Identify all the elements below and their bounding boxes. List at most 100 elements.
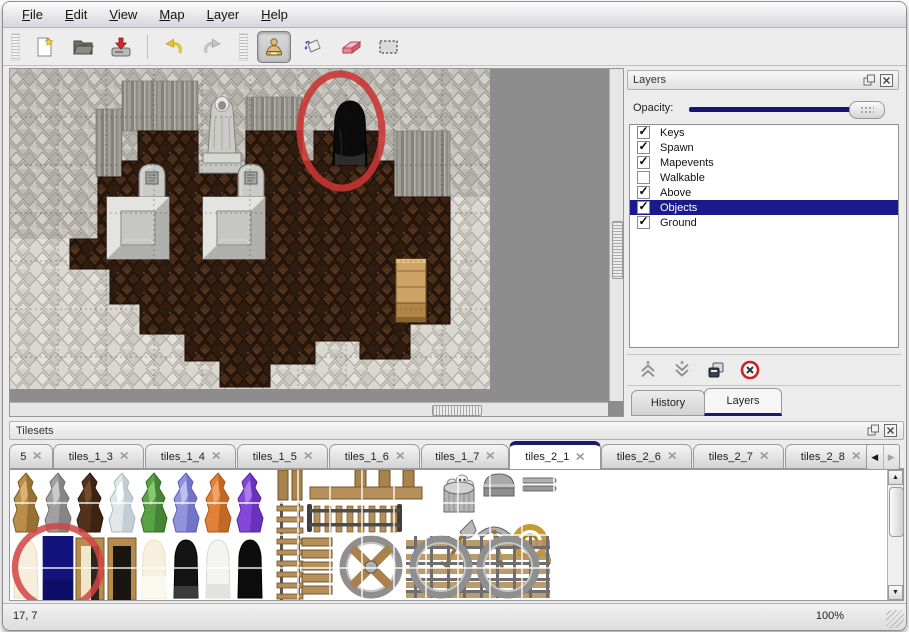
close-tab-icon[interactable]: ✕: [119, 450, 129, 462]
dock-tab-layers[interactable]: Layers: [704, 388, 782, 416]
tab-label: tiles_1_5: [253, 451, 297, 463]
close-tab-icon[interactable]: ✕: [575, 451, 585, 463]
cliff-face: [122, 81, 198, 131]
map-horizontal-scroll-thumb[interactable]: [432, 405, 482, 416]
close-panel-icon[interactable]: [880, 74, 893, 87]
map-horizontal-scrollbar[interactable]: [10, 402, 608, 416]
close-tab-icon[interactable]: ✕: [395, 450, 405, 462]
open-map-button[interactable]: [67, 32, 99, 62]
delete-layer-button[interactable]: [737, 358, 763, 382]
close-tab-icon[interactable]: ✕: [667, 450, 677, 462]
tab-label: tiles_1_6: [345, 451, 389, 463]
map-vertical-scrollbar[interactable]: [609, 69, 623, 401]
eraser-tool-button[interactable]: [335, 32, 367, 62]
menu-file[interactable]: File: [11, 3, 54, 26]
paint-bucket-icon: [301, 35, 325, 59]
tileset-vertical-scrollbar[interactable]: ▲ ▼: [887, 470, 903, 600]
layer-visibility-checkbox[interactable]: ✓: [637, 141, 650, 154]
save-map-button[interactable]: [105, 32, 137, 62]
tileset-tab-tiles_1_7[interactable]: tiles_1_7 ✕: [421, 444, 509, 468]
scroll-up-button[interactable]: ▲: [888, 470, 903, 485]
menu-help[interactable]: Help: [250, 3, 299, 26]
layer-visibility-checkbox[interactable]: ✓: [637, 216, 650, 229]
close-tab-icon[interactable]: ✕: [32, 450, 42, 462]
new-document-icon: [33, 35, 57, 59]
stamp-tool-button[interactable]: [257, 31, 291, 63]
layer-visibility-checkbox[interactable]: ✓: [637, 126, 650, 139]
stone-pot-tile: [484, 474, 514, 496]
tab-label: tiles_1_4: [161, 451, 205, 463]
layer-row-keys[interactable]: ✓ Keys: [630, 125, 898, 140]
move-layer-up-button[interactable]: [635, 358, 661, 382]
layer-row-objects-selected[interactable]: ✓ Objects: [630, 200, 898, 215]
scroll-tabs-right-button[interactable]: ▶: [884, 445, 900, 469]
stamp-person-icon: [262, 35, 286, 59]
scroll-down-button[interactable]: ▼: [888, 585, 903, 600]
layer-list[interactable]: ✓ Keys ✓ Spawn ✓ Mapevents Walkable ✓ Ab…: [629, 124, 899, 348]
menu-edit[interactable]: Edit: [54, 3, 98, 26]
tileset-tab-5[interactable]: 5 ✕: [9, 444, 53, 468]
layer-visibility-checkbox[interactable]: ✓: [637, 186, 650, 199]
opacity-slider-handle[interactable]: [849, 101, 885, 119]
tileset-tab-tiles_2_8[interactable]: tiles_2_8 ✕: [785, 444, 876, 468]
map-vertical-scroll-thumb[interactable]: [612, 221, 623, 279]
status-bar: 17, 7 100%: [3, 603, 906, 630]
undo-button[interactable]: [158, 32, 190, 62]
opacity-slider-track[interactable]: [689, 107, 871, 112]
tileset-tab-tiles_1_5[interactable]: tiles_1_5 ✕: [237, 444, 328, 468]
tab-label: tiles_1_3: [69, 451, 113, 463]
skull-bucket-tile: [444, 475, 474, 512]
layers-panel-titlebar: Layers: [627, 70, 899, 90]
layers-panel-title: Layers: [633, 74, 666, 86]
map-viewport: [9, 68, 624, 417]
toolbar-drag-handle[interactable]: [11, 33, 20, 61]
tileset-tab-tiles_1_6[interactable]: tiles_1_6 ✕: [329, 444, 420, 468]
layer-row-above[interactable]: ✓ Above: [630, 185, 898, 200]
scroll-tabs-left-button[interactable]: ◀: [867, 445, 884, 469]
layer-row-walkable[interactable]: Walkable: [630, 170, 898, 185]
cursor-position: 17, 7: [13, 610, 37, 622]
map-canvas[interactable]: [10, 69, 608, 401]
tileset-tab-tiles_1_3[interactable]: tiles_1_3 ✕: [53, 444, 144, 468]
layer-row-mapevents[interactable]: ✓ Mapevents: [630, 155, 898, 170]
tileset-tab-tiles_2_6[interactable]: tiles_2_6 ✕: [601, 444, 692, 468]
close-tab-icon[interactable]: ✕: [303, 450, 313, 462]
layer-visibility-checkbox[interactable]: [637, 171, 650, 184]
tab-label: tiles_2_7: [709, 451, 753, 463]
tilesets-panel-titlebar: Tilesets: [9, 421, 904, 440]
close-tab-icon[interactable]: ✕: [485, 450, 495, 462]
layer-label: Objects: [660, 202, 697, 214]
select-tool-button[interactable]: [373, 32, 405, 62]
tileset-canvas[interactable]: [10, 470, 887, 600]
tab-label: 5: [20, 451, 26, 463]
dock-tab-history[interactable]: History: [631, 390, 705, 416]
tileset-scroll-thumb[interactable]: [889, 487, 904, 537]
float-panel-icon[interactable]: [867, 424, 880, 437]
layer-row-spawn[interactable]: ✓ Spawn: [630, 140, 898, 155]
tab-label: tiles_1_7: [435, 451, 479, 463]
float-panel-icon[interactable]: [863, 74, 876, 87]
layer-row-ground[interactable]: ✓ Ground: [630, 215, 898, 230]
new-map-button[interactable]: [29, 32, 61, 62]
duplicate-layer-button[interactable]: [703, 358, 729, 382]
close-tab-icon[interactable]: ✕: [759, 450, 769, 462]
tileset-tab-tiles_2_7[interactable]: tiles_2_7 ✕: [693, 444, 784, 468]
move-layer-down-button[interactable]: [669, 358, 695, 382]
window-resize-grip[interactable]: [886, 610, 904, 628]
menu-layer[interactable]: Layer: [196, 3, 251, 26]
menu-view[interactable]: View: [98, 3, 148, 26]
close-tab-icon[interactable]: ✕: [851, 450, 861, 462]
close-tab-icon[interactable]: ✕: [211, 450, 221, 462]
redo-button[interactable]: [196, 32, 228, 62]
wooden-crate: [396, 259, 426, 322]
menu-map[interactable]: Map: [148, 3, 195, 26]
gravestone: [238, 164, 264, 197]
fill-tool-button[interactable]: [297, 32, 329, 62]
close-panel-icon[interactable]: [884, 424, 897, 437]
toolbar-drag-handle[interactable]: [239, 33, 248, 61]
layer-visibility-checkbox[interactable]: ✓: [637, 156, 650, 169]
layer-label: Walkable: [660, 172, 705, 184]
layer-visibility-checkbox[interactable]: ✓: [637, 201, 650, 214]
tileset-tab-tiles_2_1-active[interactable]: tiles_2_1 ✕: [509, 441, 601, 469]
tileset-tab-tiles_1_4[interactable]: tiles_1_4 ✕: [145, 444, 236, 468]
